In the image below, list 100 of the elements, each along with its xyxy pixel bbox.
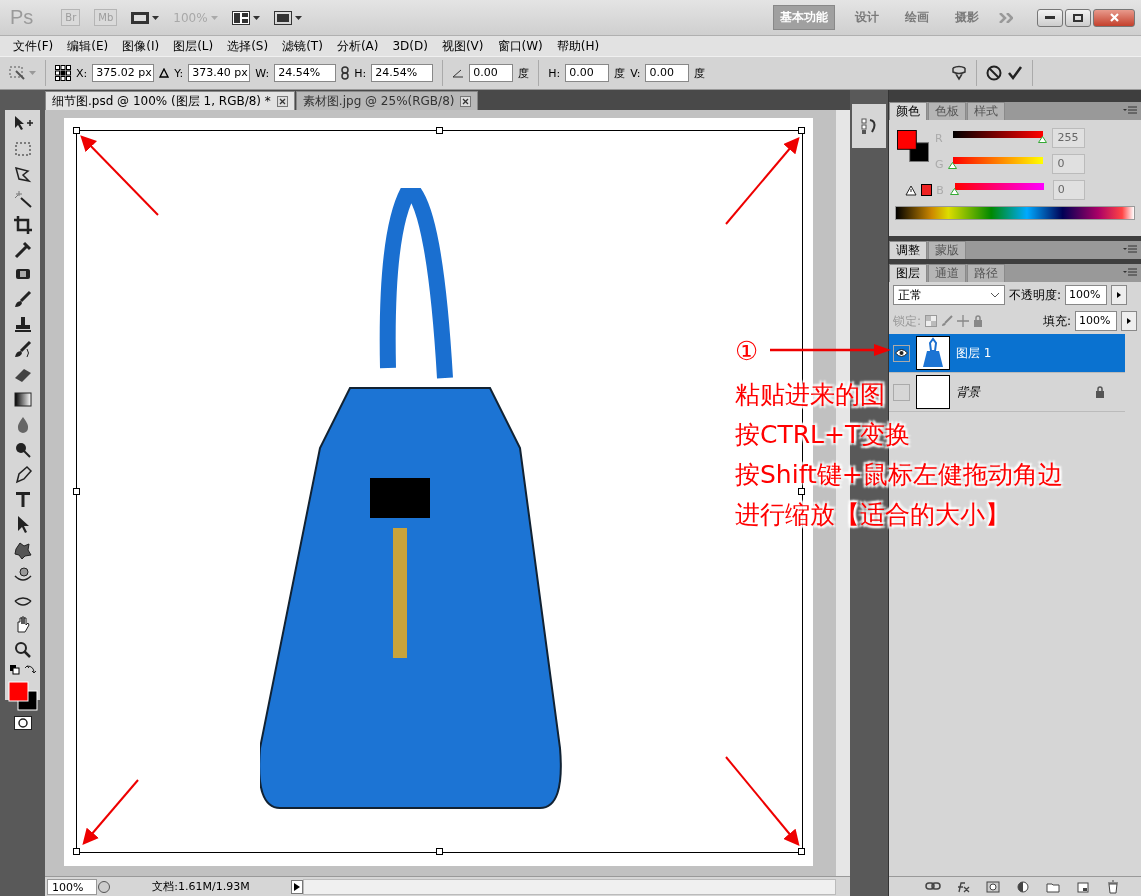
crop-icon[interactable]	[11, 214, 34, 234]
panel-tab[interactable]: 图层	[889, 264, 927, 282]
layout-grid-icon[interactable]	[231, 10, 250, 25]
slider-thumb[interactable]	[1038, 136, 1048, 143]
menu-item[interactable]: 编辑(E)	[60, 37, 116, 55]
close-icon[interactable]	[460, 95, 472, 107]
maximize-button[interactable]	[1065, 8, 1091, 27]
menu-item[interactable]: 视图(V)	[434, 37, 491, 55]
panel-tab[interactable]: 颜色	[889, 102, 927, 120]
close-button[interactable]	[1093, 8, 1135, 27]
panel-tab[interactable]: 色板	[928, 102, 966, 120]
panel-tab[interactable]: 样式	[967, 102, 1005, 120]
tab-label: 细节图.psd @ 100% (图层 1, RGB/8) *	[52, 92, 271, 110]
input-field[interactable]: 373.40 px	[188, 64, 251, 82]
input-field[interactable]: 0.00	[469, 64, 514, 82]
history-icon[interactable]	[861, 117, 877, 135]
slider-thumb[interactable]	[948, 162, 958, 169]
film-icon[interactable]	[131, 10, 150, 25]
annotation-arrow	[82, 779, 139, 846]
menu-item[interactable]: 选择(S)	[220, 37, 276, 55]
transform-tool-icon[interactable]	[8, 65, 26, 81]
menu-item[interactable]: 文件(F)	[6, 37, 61, 55]
panel-tab[interactable]: 通道	[928, 264, 966, 282]
horizontal-scrollbar[interactable]	[303, 878, 836, 895]
triangle-icon[interactable]	[159, 68, 170, 78]
input-field[interactable]: 0.00	[645, 64, 690, 82]
play-arrow-icon[interactable]	[291, 879, 303, 894]
minimize-button[interactable]	[1037, 8, 1063, 27]
menu-item[interactable]: 滤镜(T)	[275, 37, 330, 55]
transform-handle[interactable]	[798, 127, 805, 134]
menu-item[interactable]: 图像(I)	[115, 37, 167, 55]
checkmark-icon[interactable]	[1007, 65, 1023, 81]
mask-icon[interactable]	[985, 879, 1001, 894]
slider-thumb[interactable]	[949, 188, 959, 195]
menu-item[interactable]: 窗口(W)	[490, 37, 550, 55]
input-field[interactable]: 24.54%	[371, 64, 434, 82]
trash-icon[interactable]	[1105, 879, 1121, 894]
document-tab[interactable]: 素材图.jpg @ 25%(RGB/8)	[295, 91, 479, 110]
channel-value-field[interactable]: 255	[1052, 128, 1085, 148]
menu-item[interactable]: 图层(L)	[166, 37, 221, 55]
color-swatches-icon[interactable]	[7, 681, 38, 711]
gradient-icon[interactable]	[11, 389, 34, 409]
transform-handle[interactable]	[798, 487, 805, 495]
chain-link-icon[interactable]	[341, 66, 350, 80]
fill-slider-button[interactable]	[1121, 311, 1137, 331]
menu-item[interactable]: 帮助(H)	[549, 37, 607, 55]
unit-label: 度	[518, 65, 530, 81]
transform-handle[interactable]	[73, 848, 80, 855]
cancel-icon[interactable]	[986, 65, 1002, 81]
blend-mode-dropdown[interactable]: 正常	[893, 285, 1005, 305]
caret-icon[interactable]	[152, 15, 160, 20]
input-field[interactable]: 24.54%	[274, 64, 337, 82]
transform-handle[interactable]	[435, 848, 443, 855]
zoom-field[interactable]: 100%	[47, 878, 97, 895]
panel-tab[interactable]: 蒙版	[928, 241, 966, 259]
caret-icon[interactable]	[294, 15, 302, 20]
transform-handle[interactable]	[798, 848, 805, 855]
color-spectrum-bar[interactable]	[895, 206, 1135, 220]
swap-colors-icon[interactable]	[8, 664, 37, 676]
color-swatches-icon[interactable]	[897, 130, 929, 162]
app-logo: Ps	[10, 6, 34, 29]
channel-value-field[interactable]: 0	[1052, 180, 1085, 200]
visibility-toggle[interactable]	[893, 344, 910, 362]
caret-icon[interactable]	[252, 15, 260, 20]
opacity-slider-button[interactable]	[1111, 285, 1128, 305]
input-field[interactable]: 375.02 px	[92, 64, 155, 82]
channel-value-field[interactable]: 0	[1052, 154, 1085, 174]
transform-handle[interactable]	[435, 127, 443, 134]
warp-icon[interactable]	[951, 65, 967, 81]
fill-field[interactable]: 100%	[1075, 311, 1117, 331]
opacity-label: 不透明度:	[1009, 286, 1062, 304]
unit-label: 度	[694, 65, 706, 81]
transform-handle[interactable]	[73, 487, 80, 495]
close-icon[interactable]	[276, 95, 288, 107]
transform-handle[interactable]	[73, 127, 80, 134]
layer-row[interactable]: 图层 1	[889, 334, 1125, 373]
play-arrow-icon	[1127, 318, 1131, 324]
panel-tab[interactable]: 路径	[967, 264, 1005, 282]
field-label: H:	[354, 66, 367, 80]
quick-mask-icon[interactable]	[13, 716, 32, 730]
menu-item[interactable]: 3D(D)	[385, 39, 435, 53]
checker-square-icon[interactable]	[925, 315, 938, 327]
menu-item[interactable]: 分析(A)	[329, 37, 386, 55]
document-size-text: 文档:1.61M/1.93M	[151, 879, 251, 894]
status-menu-icon[interactable]	[97, 879, 111, 894]
new-page-icon[interactable]	[1075, 879, 1091, 894]
screen-mode-icon[interactable]	[273, 10, 292, 25]
half-circle-icon[interactable]	[1015, 879, 1031, 894]
panel-tab[interactable]: 调整	[889, 241, 927, 259]
visibility-toggle[interactable]	[893, 383, 910, 401]
rotate-sphere-icon[interactable]	[11, 564, 34, 584]
layer-row[interactable]: 背景	[889, 373, 1125, 412]
layer-name: 背景	[956, 383, 982, 401]
minimize-icon	[1045, 16, 1055, 19]
gamut-color-swatch[interactable]	[921, 184, 933, 196]
input-field[interactable]: 0.00	[565, 64, 610, 82]
opacity-field[interactable]: 100%	[1065, 285, 1108, 305]
fx-icon[interactable]	[955, 879, 971, 894]
reference-point-grid-icon[interactable]	[55, 65, 71, 81]
document-tab[interactable]: 细节图.psd @ 100% (图层 1, RGB/8) *	[45, 91, 295, 110]
